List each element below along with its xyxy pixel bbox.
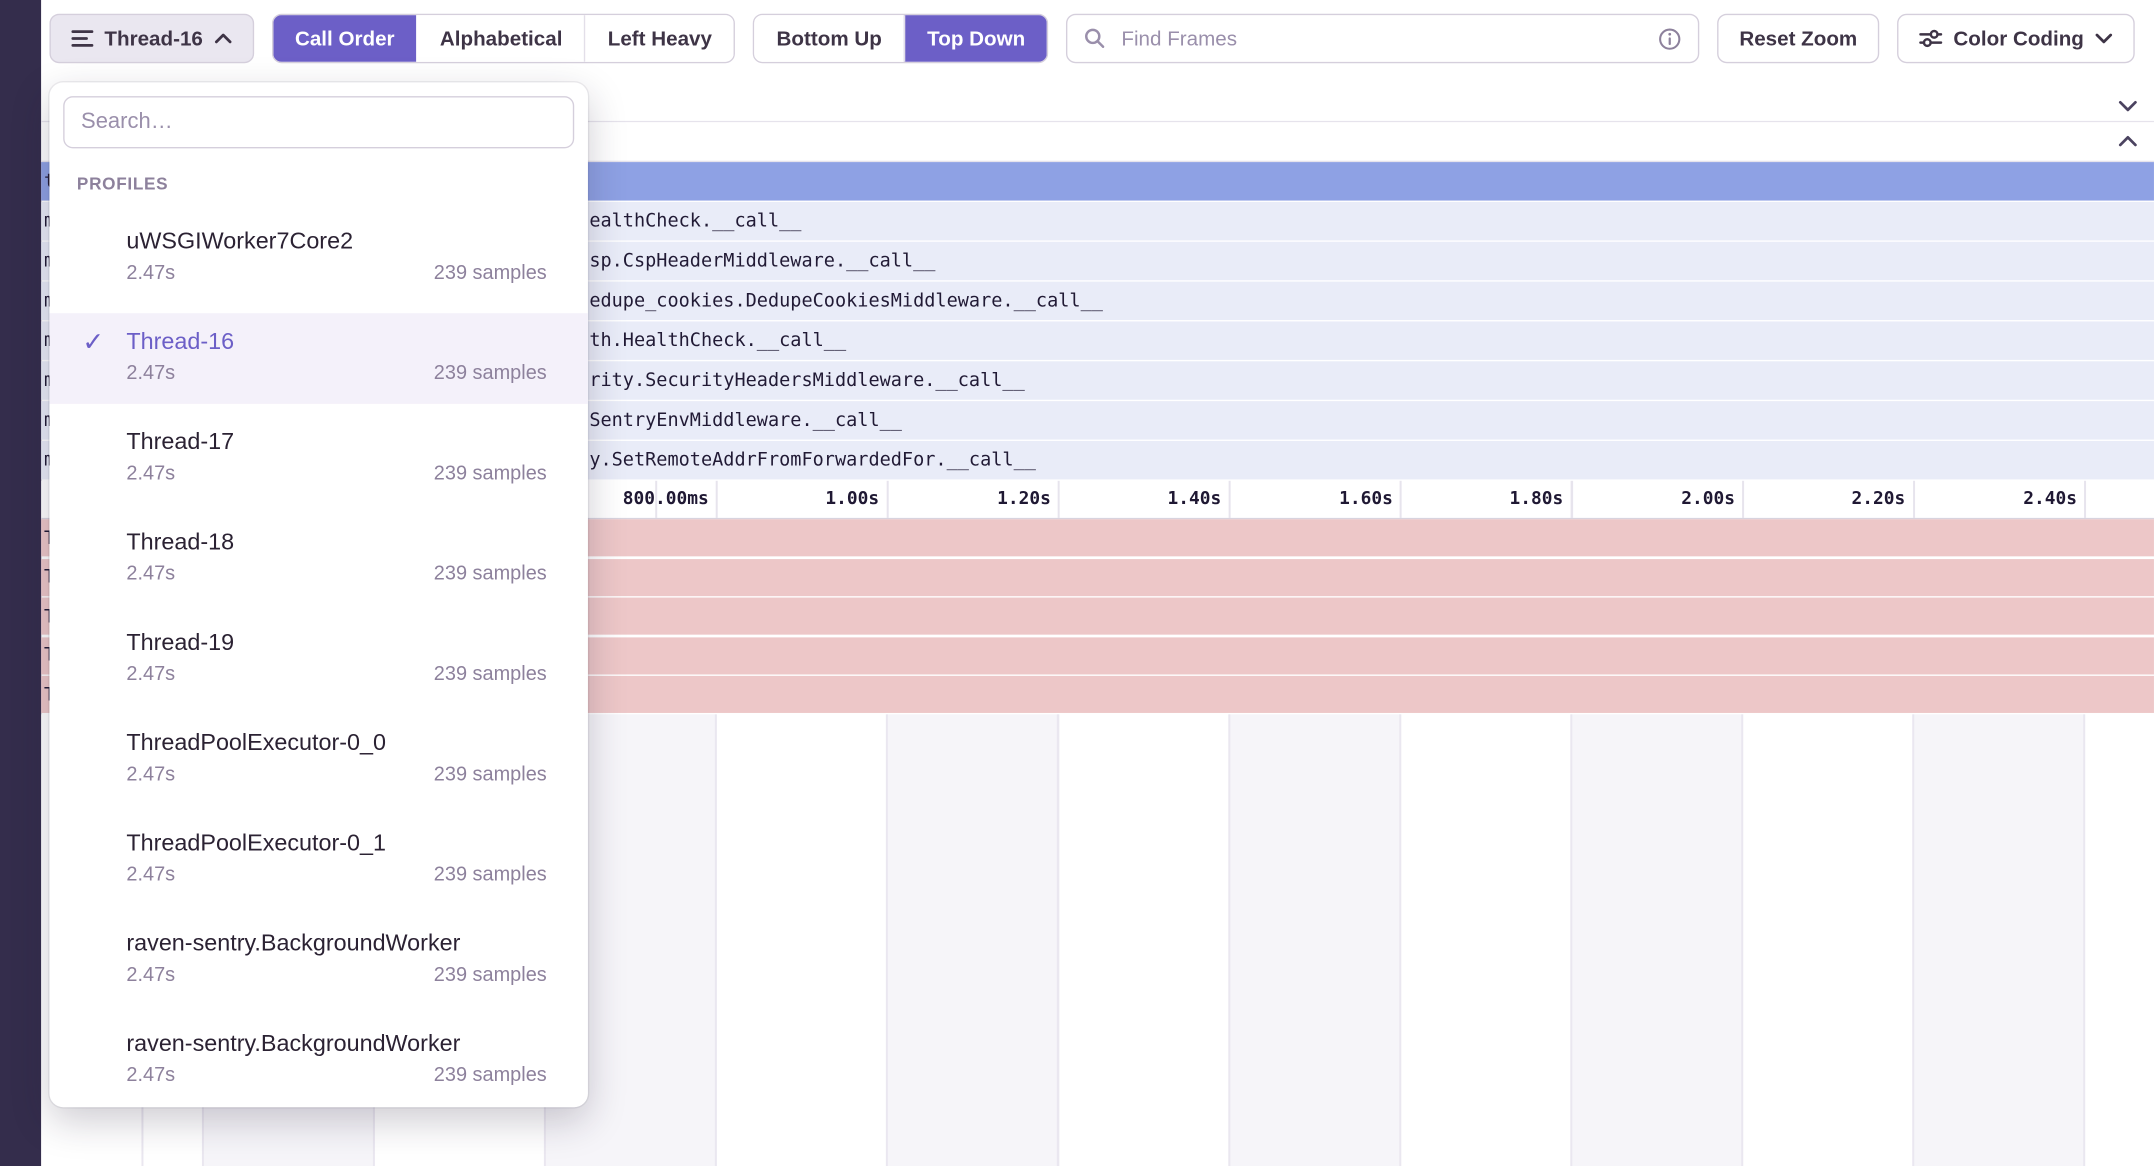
thread-option-name: Thread-16 [126, 327, 546, 357]
time-tick-label: 2.20s [1754, 481, 1905, 518]
thread-option-samples: 239 samples [434, 1065, 547, 1087]
thread-option-samples: 239 samples [434, 764, 547, 786]
time-tick-label: 1.40s [1070, 481, 1221, 518]
profiles-section-label: PROFILES [77, 174, 561, 193]
thread-option-duration: 2.47s [126, 663, 175, 685]
thread-option-raven-sentry-backgroundworker-1[interactable]: raven-sentry.BackgroundWorker 2.47s 239 … [49, 915, 587, 1006]
direction-option-top-down[interactable]: Top Down [904, 15, 1047, 62]
sort-option-call-order[interactable]: Call Order [273, 15, 417, 62]
thread-option-name: raven-sentry.BackgroundWorker [126, 929, 546, 959]
time-tick-label: 1.80s [1412, 481, 1563, 518]
thread-option-samples: 239 samples [434, 663, 547, 685]
thread-option-name: raven-sentry.BackgroundWorker [126, 1029, 546, 1059]
sort-option-alphabetical[interactable]: Alphabetical [417, 15, 585, 62]
thread-option-duration: 2.47s [126, 964, 175, 986]
thread-option-samples: 239 samples [434, 864, 547, 886]
thread-option-uwsgiworker7core2[interactable]: uWSGIWorker7Core2 2.47s 239 samples [49, 213, 587, 304]
thread-option-name: ThreadPoolExecutor-0_0 [126, 728, 546, 758]
thread-option-thread-18[interactable]: Thread-18 2.47s 239 samples [49, 514, 587, 605]
time-tick-label: 2.00s [1584, 481, 1735, 518]
thread-option-duration: 2.47s [126, 1065, 175, 1087]
thread-option-samples: 239 samples [434, 262, 547, 284]
thread-option-name: uWSGIWorker7Core2 [126, 227, 546, 257]
profiler-flamegraph-app: Thread-16 Call Order Alphabetical Left H… [0, 0, 2154, 1166]
reset-zoom-button[interactable]: Reset Zoom [1717, 14, 1879, 63]
thread-option-duration: 2.47s [126, 764, 175, 786]
sort-segmented-control: Call Order Alphabetical Left Heavy [272, 14, 736, 63]
flame-frame-label: sp.CspHeaderMiddleware.__call__ [589, 250, 935, 272]
thread-option-threadpoolexecutor-0-0[interactable]: ThreadPoolExecutor-0_0 2.47s 239 samples [49, 714, 587, 805]
color-coding-label: Color Coding [1953, 27, 2083, 50]
chevron-down-icon [2095, 33, 2113, 44]
flame-frame-label: ealthCheck.__call__ [589, 210, 801, 232]
sort-option-left-heavy[interactable]: Left Heavy [584, 15, 734, 62]
thread-option-thread-17[interactable]: Thread-17 2.47s 239 samples [49, 413, 587, 504]
thread-option-duration: 2.47s [126, 262, 175, 284]
find-frames-search[interactable] [1066, 14, 1699, 63]
chevron-up-icon [2118, 135, 2137, 147]
flame-frame-label: y.SetRemoteAddrFromForwardedFor.__call__ [589, 449, 1036, 471]
thread-option-duration: 2.47s [126, 463, 175, 485]
thread-option-duration: 2.47s [126, 563, 175, 585]
time-tick-label: 2.40s [1926, 481, 2077, 518]
thread-option-raven-sentry-backgroundworker-2[interactable]: raven-sentry.BackgroundWorker 2.47s 239 … [49, 1015, 587, 1106]
thread-dropdown-panel: PROFILES uWSGIWorker7Core2 2.47s 239 sam… [49, 82, 587, 1107]
thread-option-list: uWSGIWorker7Core2 2.47s 239 samples ✓ Th… [49, 213, 587, 1106]
check-icon: ✓ [82, 327, 104, 359]
flame-frame-label: rity.SecurityHeadersMiddleware.__call__ [589, 369, 1024, 391]
sliders-icon [1919, 29, 1942, 48]
flame-frame-label: th.HealthCheck.__call__ [589, 329, 846, 351]
thread-option-thread-16[interactable]: ✓ Thread-16 2.47s 239 samples [49, 313, 587, 404]
direction-option-bottom-up[interactable]: Bottom Up [755, 15, 904, 62]
thread-option-duration: 2.47s [126, 864, 175, 886]
info-icon [1658, 27, 1681, 50]
flame-frame-label: SentryEnvMiddleware.__call__ [589, 409, 902, 431]
thread-option-name: Thread-17 [126, 427, 546, 457]
thread-option-name: Thread-18 [126, 528, 546, 558]
thread-option-samples: 239 samples [434, 463, 547, 485]
color-coding-button[interactable]: Color Coding [1897, 14, 2135, 63]
thread-selector-label: Thread-16 [104, 27, 202, 50]
thread-option-duration: 2.47s [126, 363, 175, 385]
find-frames-input[interactable] [1119, 25, 1646, 51]
collapse-minimap-button[interactable] [2118, 100, 2137, 112]
time-tick-label: 1.00s [728, 481, 879, 518]
time-tick-label: 1.20s [900, 481, 1051, 518]
thread-search-input[interactable] [63, 96, 574, 148]
collapse-flamegraph-button[interactable] [2118, 135, 2137, 147]
direction-segmented-control: Bottom Up Top Down [753, 14, 1048, 63]
time-tick-label: 1.60s [1242, 481, 1393, 518]
chevron-up-icon [214, 33, 232, 44]
thread-option-samples: 239 samples [434, 563, 547, 585]
thread-option-threadpoolexecutor-0-1[interactable]: ThreadPoolExecutor-0_1 2.47s 239 samples [49, 815, 587, 906]
toolbar: Thread-16 Call Order Alphabetical Left H… [49, 14, 2134, 63]
chevron-down-icon [2118, 100, 2137, 112]
thread-list-icon [71, 29, 93, 48]
thread-option-name: ThreadPoolExecutor-0_1 [126, 828, 546, 858]
flamegraph-content: Thread-16 Call Order Alphabetical Left H… [41, 0, 2154, 1166]
thread-option-name: Thread-19 [126, 628, 546, 658]
search-icon [1084, 27, 1106, 49]
thread-selector-button[interactable]: Thread-16 [49, 14, 253, 63]
thread-option-thread-19[interactable]: Thread-19 2.47s 239 samples [49, 614, 587, 705]
thread-option-samples: 239 samples [434, 363, 547, 385]
thread-option-samples: 239 samples [434, 964, 547, 986]
app-sidebar-strip [0, 0, 41, 1166]
flame-frame-label: edupe_cookies.DedupeCookiesMiddleware.__… [589, 290, 1103, 312]
